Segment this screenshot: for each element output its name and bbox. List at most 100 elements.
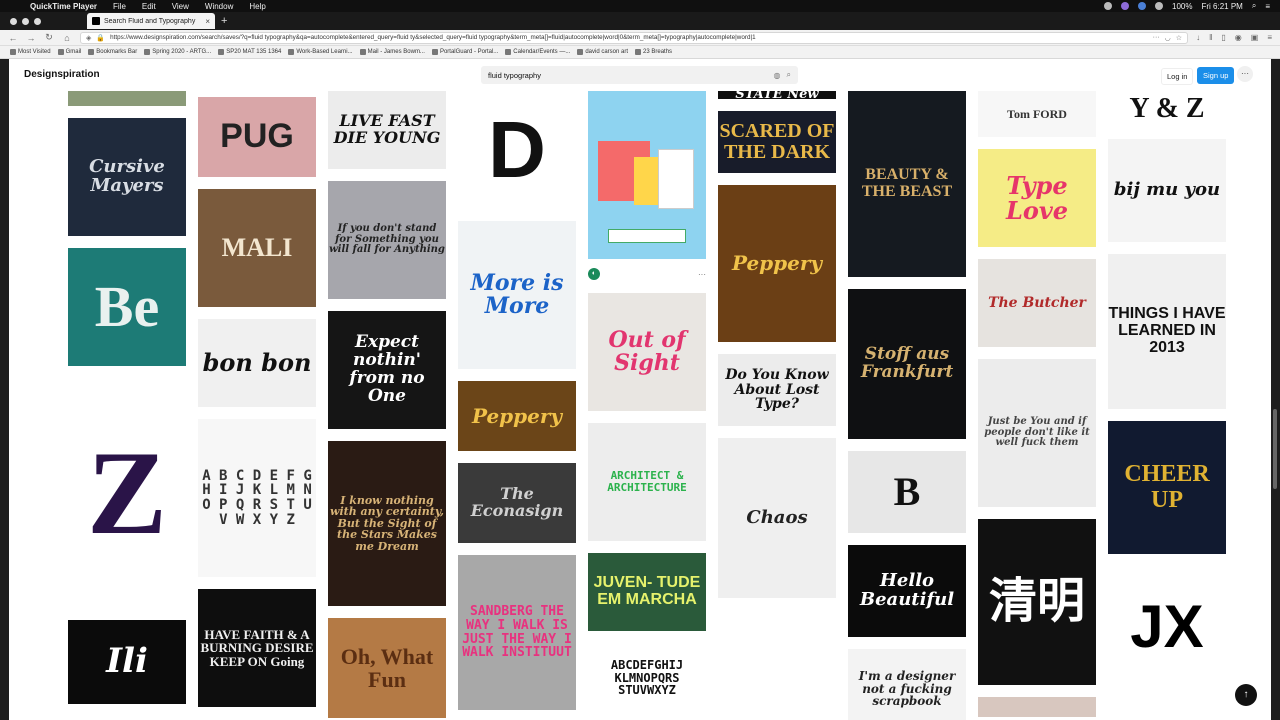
bookmark-item[interactable]: Work-Based Learni...	[288, 49, 353, 55]
zoom-window-button[interactable]	[34, 17, 41, 25]
design-image-tile[interactable]: MALI	[198, 189, 316, 307]
url-text[interactable]: https://www.designspiration.com/search/s…	[110, 34, 1148, 41]
design-image-tile[interactable]: Tom FORD	[978, 91, 1096, 137]
design-image-tile[interactable]: Stoff aus Frankfurt	[848, 289, 966, 439]
bookmark-item[interactable]: Gmail	[57, 49, 81, 55]
design-image-tile[interactable]: The Econasign	[458, 463, 576, 543]
design-image-tile[interactable]: Y & Z	[1108, 91, 1226, 127]
page-scrollbar[interactable]	[1271, 59, 1280, 720]
bookmark-star-icon[interactable]: ☆	[1176, 34, 1182, 42]
menu-window[interactable]: Window	[197, 2, 241, 11]
sync-icon[interactable]	[1138, 2, 1147, 10]
design-image-tile[interactable]: Ili	[68, 620, 186, 704]
design-image-tile[interactable]: SCARED OF THE DARK	[718, 111, 836, 173]
design-image-tile[interactable]	[978, 697, 1096, 717]
design-image-tile[interactable]: THE EMPIRE STATE New York	[718, 91, 836, 99]
design-image-tile[interactable]: Hello Beautiful	[848, 545, 966, 637]
scrollbar-thumb[interactable]	[1273, 409, 1277, 489]
account-icon[interactable]: ◉	[1235, 33, 1242, 42]
bookmark-item[interactable]: Most Visited	[10, 49, 51, 55]
extension-icon[interactable]: ▣	[1251, 33, 1259, 42]
design-image-tile[interactable]: I know nothing with any certainty, But t…	[328, 441, 446, 606]
design-image-tile[interactable]: If you don't stand for Something you wil…	[328, 181, 446, 299]
design-image-tile[interactable]: LIVE FAST DIE YOUNG	[328, 91, 446, 169]
forward-icon[interactable]: →	[26, 33, 36, 43]
more-options-button[interactable]: ···	[1237, 66, 1253, 82]
search-input[interactable]: fluid typography	[488, 71, 768, 80]
lock-icon[interactable]: 🔒	[96, 34, 105, 42]
moo-logo-icon[interactable]: ◐	[588, 268, 600, 280]
design-image-tile[interactable]: More is More	[458, 221, 576, 369]
color-palette-icon[interactable]: ◍	[774, 71, 781, 80]
design-image-tile[interactable]: CHEER UP	[1108, 421, 1226, 554]
design-image-tile[interactable]: Z	[68, 378, 186, 608]
menu-view[interactable]: View	[164, 2, 197, 11]
design-image-tile[interactable]: Expect nothin' from no One	[328, 311, 446, 429]
shop-business-cards-button[interactable]	[608, 229, 686, 243]
bookmark-item[interactable]: david carson art	[577, 49, 628, 55]
design-image-tile[interactable]: Just be You and if people don't like it …	[978, 359, 1096, 507]
ad-options-icon[interactable]: ···	[698, 270, 706, 279]
bookmark-item[interactable]: Bookmarks Bar	[88, 49, 137, 55]
ad-image[interactable]	[588, 91, 706, 259]
design-image-tile[interactable]	[68, 91, 186, 106]
design-image-tile[interactable]: Peppery	[718, 185, 836, 342]
sidebar-icon[interactable]: ▯	[1221, 33, 1225, 42]
design-image-tile[interactable]: Oh, What Fun	[328, 618, 446, 718]
design-image-tile[interactable]: Type Love	[978, 149, 1096, 247]
menu-edit[interactable]: Edit	[134, 2, 164, 11]
shield-icon[interactable]: ◈	[86, 34, 91, 42]
design-image-tile[interactable]: A B C D E F G H I J K L M N O P Q R S T …	[198, 419, 316, 577]
design-image-tile[interactable]: BEAUTY & THE BEAST	[848, 91, 966, 277]
design-image-tile[interactable]: I'm a designer not a fucking scrapbook	[848, 649, 966, 720]
design-image-tile[interactable]: 清明	[978, 519, 1096, 685]
design-image-tile[interactable]: B	[848, 451, 966, 533]
bookmark-item[interactable]: Calendar/Events —...	[505, 49, 570, 55]
design-image-tile[interactable]: D	[458, 91, 576, 209]
home-icon[interactable]: ⌂	[62, 33, 72, 43]
signup-button[interactable]: Sign up	[1197, 67, 1235, 84]
library-icon[interactable]: ‖	[1209, 33, 1212, 42]
login-button[interactable]: Log in	[1161, 68, 1194, 85]
design-image-tile[interactable]: JUVEN- TUDE EM MARCHA	[588, 553, 706, 631]
design-image-tile[interactable]: ABCDEFGHIJ KLMNOPQRS STUVWXYZ	[588, 643, 706, 713]
menubar-clock[interactable]: Fri 6:21 PM	[1202, 2, 1243, 11]
minimize-window-button[interactable]	[22, 17, 29, 25]
menu-app-name[interactable]: QuickTime Player	[22, 2, 105, 11]
search-box[interactable]: fluid typography ◍ ⌕	[481, 66, 798, 84]
new-tab-icon[interactable]: +	[221, 15, 227, 27]
design-image-tile[interactable]: Chaos	[718, 438, 836, 598]
download-icon[interactable]: ↓	[1196, 33, 1200, 42]
design-image-tile[interactable]: THINGS I HAVE LEARNED IN 2013	[1108, 254, 1226, 409]
close-window-button[interactable]	[10, 17, 17, 25]
design-image-tile[interactable]: Peppery	[458, 381, 576, 451]
design-image-tile[interactable]: JX	[1108, 566, 1226, 686]
bookmark-item[interactable]: Spring 2020 - ARTG...	[144, 49, 211, 55]
design-image-tile[interactable]: HAVE FAITH & A BURNING DESIRE KEEP ON Go…	[198, 589, 316, 707]
design-image-tile[interactable]: bon bon	[198, 319, 316, 407]
site-logo[interactable]: Designspiration	[24, 69, 100, 80]
design-image-tile[interactable]: Out of Sight	[588, 293, 706, 411]
sponsored-ad[interactable]: ◐ ···	[588, 91, 706, 283]
back-to-top-button[interactable]: ↑	[1235, 684, 1257, 706]
spotlight-icon[interactable]: ⌕	[1252, 1, 1256, 11]
wifi-icon[interactable]	[1155, 2, 1164, 10]
back-icon[interactable]: ←	[8, 33, 18, 43]
menu-icon[interactable]: ≡	[1267, 33, 1272, 42]
design-image-tile[interactable]: Be	[68, 248, 186, 366]
bookmark-item[interactable]: 23 Breaths	[635, 49, 672, 55]
design-image-tile[interactable]: PUG	[198, 97, 316, 177]
menu-help[interactable]: Help	[241, 2, 273, 11]
search-icon[interactable]: ⌕	[787, 70, 791, 80]
bookmark-item[interactable]: SP20 MAT 135 1364	[218, 49, 281, 55]
design-image-tile[interactable]: ARCHITECT & ARCHITECTURE	[588, 423, 706, 541]
menu-file[interactable]: File	[105, 2, 134, 11]
bookmark-item[interactable]: PortalGuard - Portal...	[431, 49, 498, 55]
close-tab-icon[interactable]: ×	[205, 17, 210, 26]
browser-tab[interactable]: Search Fluid and Typography ×	[87, 13, 215, 29]
pocket-icon[interactable]: ◡	[1165, 34, 1171, 42]
app-status-icon[interactable]	[1121, 2, 1130, 10]
design-image-tile[interactable]: bij mu you	[1108, 139, 1226, 242]
design-image-tile[interactable]: SANDBERG THE WAY I WALK IS JUST THE WAY …	[458, 555, 576, 710]
design-image-tile[interactable]: Do You Know About Lost Type?	[718, 354, 836, 426]
